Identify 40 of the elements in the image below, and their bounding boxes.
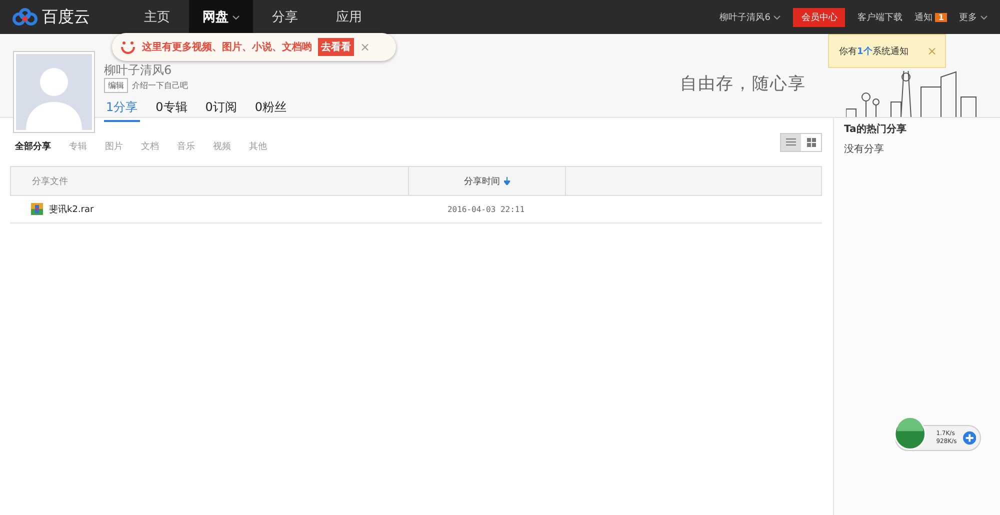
list-icon	[786, 138, 796, 146]
stat-tab[interactable]: 0专辑	[154, 99, 190, 122]
file-name[interactable]: 斐讯k2.rar	[49, 202, 94, 216]
cloud-logo-icon	[12, 8, 38, 26]
slogan: 自由存，随心享	[680, 73, 806, 95]
nav-tab[interactable]: 应用	[317, 0, 381, 34]
stat-tab[interactable]: 0订阅	[203, 99, 239, 122]
logo-text: 百度云	[42, 6, 90, 28]
column-header[interactable]: 分享时间	[409, 167, 566, 195]
empty-text: 没有分享	[844, 142, 885, 156]
go-see-button[interactable]: 去看看	[318, 38, 354, 56]
ball-icon	[894, 417, 926, 451]
sort-arrow-icon	[504, 177, 510, 185]
smile-icon	[120, 39, 136, 55]
filter-tab[interactable]: 全部分享	[15, 140, 51, 152]
share-time: 2016-04-03 22:11	[446, 204, 526, 214]
user-name: 柳叶子清风6	[104, 64, 173, 76]
list-view-button[interactable]	[781, 134, 801, 150]
user-menu[interactable]: 柳叶子清风6	[720, 10, 782, 24]
nav-tab[interactable]: 网盘	[189, 0, 253, 34]
download-link[interactable]: 客户端下载	[857, 10, 902, 24]
vip-button[interactable]: 会员中心	[793, 8, 846, 26]
sidebar-title: Ta的热门分享	[844, 122, 908, 136]
archive-file-icon	[31, 203, 43, 215]
column-header: 分享文件	[11, 167, 409, 195]
plus-icon[interactable]	[962, 431, 976, 445]
caret-icon	[980, 14, 988, 20]
more-menu[interactable]: 更多	[959, 10, 988, 24]
edit-button[interactable]: 编辑	[104, 78, 128, 93]
nav-tab[interactable]: 主页	[125, 0, 189, 34]
notice-text: 你有1个系统通知	[839, 46, 908, 58]
notice-link[interactable]: 通知	[914, 10, 932, 24]
stat-tab[interactable]: 1分享	[104, 99, 140, 122]
tip-text: 这里有更多视频、图片、小说、文档哟	[142, 40, 312, 54]
notice-count: 1	[935, 12, 947, 22]
nav-tab[interactable]: 分享	[253, 0, 317, 34]
grid-icon	[806, 138, 816, 146]
caret-icon	[773, 14, 782, 20]
stat-tab[interactable]: 0粉丝	[252, 99, 289, 122]
intro-text: 介绍一下自己吧	[132, 80, 188, 91]
